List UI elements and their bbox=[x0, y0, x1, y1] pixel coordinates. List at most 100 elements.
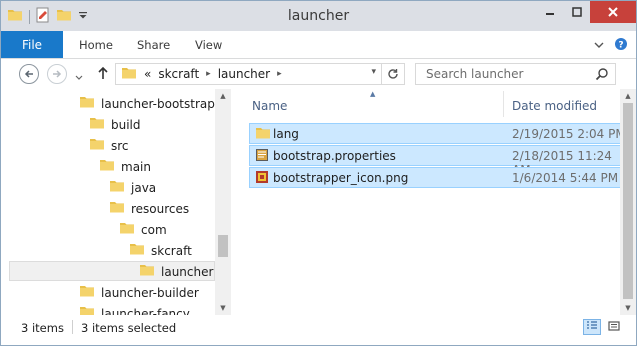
tree-item-build[interactable]: build bbox=[89, 114, 141, 135]
column-header-name[interactable]: Name bbox=[252, 99, 287, 113]
content-scrollbar-thumb[interactable] bbox=[623, 103, 633, 299]
item-count: 3 items bbox=[21, 321, 64, 335]
selected-count: 3 items selected bbox=[81, 321, 177, 335]
file-date: 2/19/2015 2:04 PM bbox=[512, 127, 626, 141]
forward-button[interactable] bbox=[47, 64, 67, 84]
file-row[interactable]: bootstrapper_icon.png 1/6/2014 5:44 PM bbox=[249, 167, 632, 188]
tree-item-label: skcraft bbox=[151, 243, 192, 258]
tree-item-label: resources bbox=[131, 201, 190, 216]
scroll-down-icon[interactable]: ▼ bbox=[215, 301, 231, 315]
scroll-up-icon[interactable]: ▲ bbox=[620, 89, 636, 103]
up-button[interactable] bbox=[97, 66, 109, 83]
address-bar[interactable]: « skcraft ▸ launcher ▸ ▾ bbox=[115, 63, 405, 85]
nav-scrollbar[interactable]: ▲ ▼ bbox=[215, 89, 231, 315]
file-row[interactable]: lang 2/19/2015 2:04 PM bbox=[249, 123, 632, 144]
folder-icon bbox=[89, 137, 105, 154]
explorer-window: launcher File Home Share View ? « skcraf… bbox=[0, 0, 637, 346]
tree-item-label: build bbox=[111, 117, 141, 132]
file-list-pane: ▲ Name Date modified lang 2/19/2015 2:04… bbox=[237, 89, 636, 315]
folder-icon bbox=[79, 305, 95, 315]
status-divider bbox=[72, 320, 73, 334]
search-input[interactable] bbox=[424, 66, 598, 82]
address-row: « skcraft ▸ launcher ▸ ▾ bbox=[1, 59, 636, 89]
properties-file-icon bbox=[255, 148, 269, 165]
search-box[interactable] bbox=[415, 63, 616, 85]
tab-home[interactable]: Home bbox=[79, 38, 113, 52]
tree-item-skcraft[interactable]: skcraft bbox=[129, 240, 192, 261]
file-name: lang bbox=[273, 127, 299, 141]
content-scrollbar[interactable]: ▲ ▼ bbox=[620, 89, 636, 315]
scroll-up-icon[interactable]: ▲ bbox=[215, 89, 231, 103]
search-icon[interactable] bbox=[595, 67, 609, 84]
breadcrumb: « skcraft ▸ launcher ▸ bbox=[116, 66, 282, 83]
ribbon-controls: ? bbox=[594, 37, 628, 54]
folder-icon bbox=[129, 242, 145, 259]
file-row[interactable]: bootstrap.properties 2/18/2015 11:24 AM bbox=[249, 145, 632, 177]
folder-icon bbox=[139, 263, 155, 280]
tree-item-label: launcher-builder bbox=[101, 285, 199, 300]
tree-item-label: main bbox=[121, 159, 151, 174]
breadcrumb-overflow[interactable]: « bbox=[144, 67, 151, 81]
ribbon-tabs: File Home Share View ? bbox=[1, 31, 636, 59]
tree-item-label: java bbox=[131, 180, 157, 195]
expand-ribbon-icon[interactable] bbox=[594, 39, 604, 52]
location-folder-icon bbox=[121, 66, 137, 83]
large-icons-view-icon bbox=[608, 320, 620, 334]
folder-icon bbox=[255, 126, 271, 143]
tree-item-label: com bbox=[141, 222, 167, 237]
maximize-button[interactable] bbox=[563, 1, 590, 23]
column-headers: ▲ Name Date modified bbox=[237, 89, 636, 119]
tree-item-label: launcher bbox=[161, 264, 214, 279]
sort-ascending-icon: ▲ bbox=[370, 90, 376, 98]
scroll-down-icon[interactable]: ▼ bbox=[620, 301, 636, 315]
file-name: bootstrap.properties bbox=[273, 149, 396, 163]
folder-icon bbox=[79, 95, 95, 112]
tree-item-src[interactable]: src bbox=[89, 135, 129, 156]
status-bar: 3 items 3 items selected bbox=[1, 315, 636, 345]
details-view-icon bbox=[586, 320, 598, 334]
svg-text:?: ? bbox=[618, 41, 623, 51]
chevron-right-icon[interactable]: ▸ bbox=[277, 69, 282, 79]
breadcrumb-launcher[interactable]: launcher bbox=[218, 67, 270, 81]
window-controls bbox=[536, 1, 636, 23]
nav-scrollbar-thumb[interactable] bbox=[218, 235, 228, 257]
recent-locations-icon[interactable] bbox=[75, 71, 83, 84]
address-dropdown-icon[interactable]: ▾ bbox=[371, 67, 376, 77]
folder-icon bbox=[79, 284, 95, 301]
folder-icon bbox=[109, 200, 125, 217]
folder-icon bbox=[89, 116, 105, 133]
tree-item-label: launcher-fancy bbox=[101, 306, 190, 316]
close-button[interactable] bbox=[590, 1, 636, 23]
chevron-right-icon[interactable]: ▸ bbox=[206, 69, 211, 79]
tree-item-launcher-fancy[interactable]: launcher-fancy bbox=[79, 303, 190, 315]
title-bar: launcher bbox=[1, 1, 636, 31]
details-view-button[interactable] bbox=[583, 319, 601, 335]
breadcrumb-skcraft[interactable]: skcraft bbox=[158, 67, 199, 81]
tree-item-resources[interactable]: resources bbox=[109, 198, 189, 219]
tab-view[interactable]: View bbox=[195, 38, 222, 52]
folder-icon bbox=[109, 179, 125, 196]
folder-icon bbox=[99, 158, 115, 175]
column-divider[interactable] bbox=[503, 91, 504, 117]
file-name: bootstrapper_icon.png bbox=[273, 171, 409, 185]
minimize-button[interactable] bbox=[536, 1, 563, 23]
tree-item-com[interactable]: com bbox=[119, 219, 167, 240]
tab-share[interactable]: Share bbox=[137, 38, 170, 52]
tree-item-label: src bbox=[111, 138, 129, 153]
tree-item-launcher-builder[interactable]: launcher-builder bbox=[79, 282, 199, 303]
tree-item-launcher[interactable]: launcher bbox=[139, 261, 213, 282]
tab-file[interactable]: File bbox=[1, 31, 63, 58]
large-icons-view-button[interactable] bbox=[605, 319, 623, 335]
back-button[interactable] bbox=[19, 64, 39, 84]
navigation-pane: launcher-bootstrap build src main java r… bbox=[1, 89, 231, 315]
column-header-date-modified[interactable]: Date modified bbox=[512, 99, 597, 113]
file-date: 1/6/2014 5:44 PM bbox=[512, 171, 619, 185]
tree-item-java[interactable]: java bbox=[109, 177, 156, 198]
refresh-button[interactable] bbox=[381, 64, 404, 84]
folder-icon bbox=[119, 221, 135, 238]
help-icon[interactable]: ? bbox=[614, 37, 628, 54]
png-file-icon bbox=[255, 170, 269, 187]
tree-item-launcher-bootstrap[interactable]: launcher-bootstrap bbox=[79, 93, 215, 114]
tree-item-label: launcher-bootstrap bbox=[101, 96, 215, 111]
tree-item-main[interactable]: main bbox=[99, 156, 151, 177]
